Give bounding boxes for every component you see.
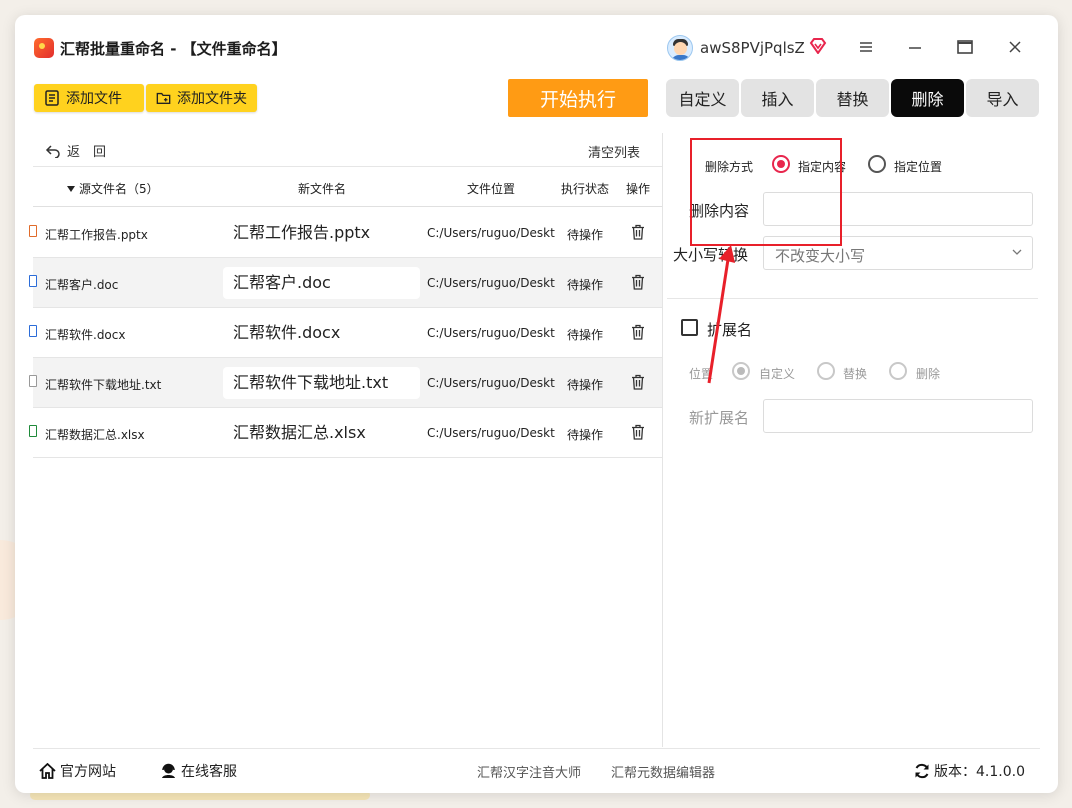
add-folder-icon [156, 92, 171, 104]
clear-list-button[interactable]: 清空列表 [588, 142, 640, 161]
xlsx-file-icon [29, 425, 37, 437]
app-window: 汇帮批量重命名 - 【文件重命名】 awS8PVjPqlsZ 添加文件 添加文件… [15, 15, 1058, 793]
table-row[interactable]: 汇帮软件下载地址.txt 汇帮软件下载地址.txt C:/Users/ruguo… [29, 358, 662, 408]
add-file-icon [45, 90, 59, 106]
source-filename: 汇帮工作报告.pptx [45, 228, 148, 242]
status-text: 待操作 [567, 228, 604, 242]
new-filename[interactable]: 汇帮数据汇总.xlsx [223, 417, 420, 449]
vip-diamond-icon[interactable] [809, 38, 827, 54]
refresh-icon [915, 763, 929, 779]
doc-file-icon [29, 275, 37, 287]
close-icon[interactable] [1000, 35, 1030, 59]
back-button[interactable]: 返 回 [45, 141, 106, 160]
file-location: C:/Users/ruguo/Desktop [427, 426, 555, 440]
table-header: 源文件名（5） 新文件名 文件位置 执行状态 操作 [33, 167, 662, 207]
headset-icon [162, 763, 175, 778]
status-text: 待操作 [567, 328, 604, 342]
new-extension-label: 新扩展名 [689, 409, 750, 427]
source-filename: 汇帮数据汇总.xlsx [45, 428, 145, 442]
column-new-name: 新文件名 [298, 182, 347, 196]
menu-icon[interactable] [851, 35, 881, 59]
docx-file-icon [29, 325, 37, 337]
new-filename[interactable]: 汇帮工作报告.pptx [223, 217, 420, 249]
file-location: C:/Users/ruguo/Desktop [427, 376, 555, 390]
add-folder-label: 添加文件夹 [177, 91, 247, 107]
txt-file-icon [29, 375, 37, 387]
app-logo-icon [34, 38, 54, 58]
file-location: C:/Users/ruguo/Desktop [427, 226, 555, 240]
tab-replace[interactable]: 替换 [816, 79, 889, 117]
new-filename[interactable]: 汇帮软件.docx [223, 317, 420, 349]
chevron-down-icon [1012, 249, 1022, 255]
online-support-link[interactable]: 在线客服 [160, 761, 237, 781]
extension-checkbox[interactable] [681, 319, 698, 336]
radio-ext-replace-label[interactable]: 替换 [843, 365, 867, 382]
source-filename: 汇帮软件下载地址.txt [45, 378, 162, 392]
column-location: 文件位置 [467, 182, 516, 196]
pptx-file-icon [29, 225, 37, 237]
table-row[interactable]: 汇帮客户.doc 汇帮客户.doc C:/Users/ruguo/Desktop… [29, 258, 662, 308]
footer-bar: 官方网站 在线客服 汇帮汉字注音大师 汇帮元数据编辑器 版本：4.1.0.0 [33, 748, 1040, 793]
start-execute-button[interactable]: 开始执行 [508, 79, 648, 117]
column-source-name[interactable]: 源文件名（5） [67, 180, 159, 197]
source-filename: 汇帮客户.doc [45, 278, 119, 292]
radio-ext-delete[interactable] [889, 362, 907, 380]
annotation-arrow-icon [707, 245, 735, 384]
file-list-toolbar: 返 回 清空列表 [33, 133, 662, 167]
file-location: C:/Users/ruguo/Desktop [427, 326, 555, 340]
app-title: 汇帮批量重命名 - 【文件重命名】 [60, 40, 287, 58]
column-status: 执行状态 [561, 182, 610, 196]
hanzi-pinyin-app-link[interactable]: 汇帮汉字注音大师 [477, 762, 581, 781]
status-text: 待操作 [567, 378, 604, 392]
trash-icon[interactable] [631, 274, 645, 290]
metadata-editor-app-link[interactable]: 汇帮元数据编辑器 [611, 762, 715, 781]
home-icon [39, 763, 56, 779]
status-text: 待操作 [567, 278, 604, 292]
table-row[interactable]: 汇帮工作报告.pptx 汇帮工作报告.pptx C:/Users/ruguo/D… [29, 208, 662, 258]
table-row[interactable]: 汇帮软件.docx 汇帮软件.docx C:/Users/ruguo/Deskt… [29, 308, 662, 358]
add-folder-button[interactable]: 添加文件夹 [146, 84, 257, 112]
annotation-highlight-box [690, 138, 842, 246]
maximize-icon[interactable] [950, 35, 980, 59]
add-file-button[interactable]: 添加文件 [34, 84, 144, 112]
sort-caret-icon [67, 186, 75, 192]
trash-icon[interactable] [631, 374, 645, 390]
minimize-icon[interactable] [900, 35, 930, 59]
radio-specified-position[interactable] [868, 155, 886, 173]
file-rows: 汇帮工作报告.pptx 汇帮工作报告.pptx C:/Users/ruguo/D… [29, 208, 662, 458]
official-website-link[interactable]: 官方网站 [39, 761, 116, 781]
back-arrow-icon [45, 144, 60, 158]
title-bar: 汇帮批量重命名 - 【文件重命名】 awS8PVjPqlsZ [15, 15, 1058, 79]
new-filename[interactable]: 汇帮软件下载地址.txt [223, 367, 420, 399]
table-row[interactable]: 汇帮数据汇总.xlsx 汇帮数据汇总.xlsx C:/Users/ruguo/D… [29, 408, 662, 458]
radio-ext-delete-label[interactable]: 删除 [916, 365, 940, 382]
user-avatar[interactable] [667, 35, 693, 61]
column-operation: 操作 [626, 182, 651, 196]
tab-custom[interactable]: 自定义 [666, 79, 739, 117]
trash-icon[interactable] [631, 224, 645, 240]
new-extension-input[interactable] [763, 399, 1033, 433]
file-location: C:/Users/ruguo/Desktop [427, 276, 555, 290]
trash-icon[interactable] [631, 424, 645, 440]
tab-delete[interactable]: 删除 [891, 79, 964, 117]
version-info[interactable]: 版本：4.1.0.0 [914, 761, 1025, 781]
back-label: 返 回 [67, 145, 107, 160]
trash-icon[interactable] [631, 324, 645, 340]
rule-tabs: 自定义 插入 替换 删除 导入 [666, 79, 1041, 117]
file-list-panel: 返 回 清空列表 源文件名（5） 新文件名 文件位置 执行状态 操作 汇帮工作报… [29, 133, 663, 747]
radio-ext-replace[interactable] [817, 362, 835, 380]
add-file-label: 添加文件 [66, 91, 122, 107]
username[interactable]: awS8PVjPqlsZ [700, 39, 805, 57]
radio-ext-custom-label[interactable]: 自定义 [759, 365, 795, 382]
case-convert-value: 不改变大小写 [775, 247, 866, 265]
tab-insert[interactable]: 插入 [741, 79, 814, 117]
radio-specified-position-label[interactable]: 指定位置 [894, 158, 942, 175]
source-filename: 汇帮软件.docx [45, 328, 126, 342]
new-filename[interactable]: 汇帮客户.doc [223, 267, 420, 299]
status-text: 待操作 [567, 428, 604, 442]
tab-import[interactable]: 导入 [966, 79, 1039, 117]
